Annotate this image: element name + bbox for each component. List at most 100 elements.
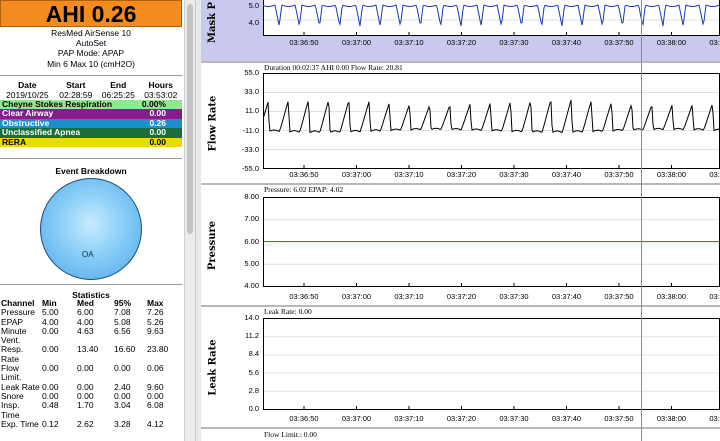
x-tick-label: 03:37:00 [341, 414, 372, 423]
x-tick-label: 03:37:40 [551, 414, 582, 423]
x-tick-label: 03:37:30 [499, 292, 529, 301]
stats-value: 4.12 [147, 418, 164, 429]
x-tick-label: 03:37:50 [604, 170, 634, 179]
x-tick-label: 03:36:50 [289, 38, 319, 47]
flow-limit-title: Flow Limit.: 0.00 [264, 430, 317, 439]
mask-pressure-plot[interactable] [263, 0, 720, 36]
x-tick-label: 03:38:00 [656, 38, 687, 47]
stats-value: 0.00 [77, 363, 94, 374]
x-tick-label: 03:37:40 [551, 292, 582, 301]
stats-value: 13.40 [77, 344, 99, 355]
stats-channel: Minute Vent. [1, 325, 27, 346]
stats-value: 4.63 [77, 325, 94, 336]
divider [0, 158, 182, 159]
x-tick-label: 03:37:30 [499, 414, 529, 423]
device-info: ResMed AirSense 10 AutoSet PAP Mode: APA… [0, 28, 182, 69]
stats-row: Flow Limit. 0.00 0.00 0.00 0.06 [0, 364, 182, 383]
pressure-plot[interactable] [263, 197, 720, 287]
y-tick-label: -11.0 [242, 125, 259, 135]
flow-rate-plot[interactable] [263, 73, 720, 169]
session-header: Hours [148, 80, 174, 90]
x-tick-label: 03:38:10 [709, 170, 720, 179]
stats-value: 3.28 [114, 418, 131, 429]
event-index-table: Cheyne Stokes Respiration 0.00% Clear Air… [0, 99, 182, 148]
scrollbar-thumb[interactable] [187, 4, 193, 234]
y-tick-label: 7.00 [244, 214, 259, 224]
x-axis: 03:36:50 03:37:00 03:37:10 03:37:20 03:37:30… [201, 38, 720, 50]
flow-limit-panel[interactable]: Flow Limit.: 0.00 [201, 429, 720, 441]
session-header: Date [18, 80, 37, 90]
y-tick: 5.0 [248, 1, 259, 10]
y-tick-label: 8.4 [248, 349, 259, 359]
stats-row: Exp. Time 0.12 2.62 3.28 4.12 [0, 418, 182, 429]
flow-rate-panel[interactable]: Flow Rate Duration 00:02:37 AHI 0.00 Flo… [201, 63, 720, 183]
x-tick-label: 03:36:50 [289, 170, 319, 179]
panel-divider [201, 427, 720, 429]
plot-frame [263, 0, 720, 36]
x-tick-label: 03:38:10 [709, 292, 720, 301]
time-cursor-line[interactable] [641, 0, 642, 441]
x-tick-label: 03:37:20 [446, 292, 477, 301]
x-tick-label: 03:36:50 [289, 292, 319, 301]
stats-value: 6.56 [114, 325, 131, 336]
stats-row: Resp. Rate 0.00 13.40 16.60 23.80 [0, 345, 182, 364]
stats-value: 1.70 [77, 400, 94, 411]
y-tick-label: 5.00 [244, 258, 259, 268]
leak-rate-panel[interactable]: Leak Rate Leak Rate: 0.00 14.0 11.2 8.4 5.6… [201, 307, 720, 427]
y-tick-label: 33.0 [244, 87, 259, 97]
stats-value: 0.06 [147, 363, 164, 374]
mask-pressure-panel[interactable]: Mask P 5.0 4.0 03:36:50 03:37:00 03:37:10 0… [201, 0, 720, 61]
graph-area: Mask P 5.0 4.0 03:36:50 03:37:00 03:37:10 0… [201, 0, 720, 441]
x-tick-label: 03:37:20 [446, 170, 477, 179]
pressure-label: Pressure [207, 220, 219, 270]
x-tick-label: 03:37:00 [341, 292, 372, 301]
stats-channel: Resp. Rate [1, 344, 24, 364]
stats-row: Insp. Time 0.48 1.70 3.04 6.08 [0, 401, 182, 420]
overview-sidebar: AHI 0.26 ResMed AirSense 10 AutoSet PAP … [0, 0, 184, 441]
y-tick-label: 14.0 [244, 313, 259, 322]
x-tick-label: 03:37:40 [551, 170, 582, 179]
y-tick-label: 11.0 [244, 106, 259, 116]
panel-divider [201, 61, 720, 63]
divider [0, 284, 182, 285]
session-header: Start [66, 80, 86, 90]
stats-value: 16.60 [114, 344, 136, 355]
x-tick-label: 03:37:50 [604, 38, 634, 47]
pie-slice-label: OA [82, 250, 94, 259]
x-tick-label: 03:37:10 [394, 292, 424, 301]
x-tick-label: 03:38:00 [656, 170, 687, 179]
stats-channel: Flow Limit. [1, 363, 22, 383]
event-row-rera[interactable]: RERA 0.00 [0, 136, 182, 148]
x-tick-label: 03:37:20 [446, 414, 477, 423]
event-label: RERA [2, 136, 27, 147]
x-tick-label: 03:37:00 [341, 38, 372, 47]
flow-rate-label: Flow Rate [207, 95, 219, 151]
x-axis: 03:36:50 03:37:00 03:37:10 03:37:20 03:37:30… [201, 170, 720, 182]
stats-value: 0.00 [42, 325, 59, 336]
stats-value: 2.62 [77, 418, 94, 429]
pap-mode: PAP Mode: APAP [57, 48, 125, 59]
x-tick-label: 03:37:30 [499, 170, 529, 179]
y-tick-label: 8.00 [244, 192, 259, 201]
stats-value: 0.00 [114, 363, 131, 374]
pressure-panel[interactable]: Pressure Pressure: 6.02 EPAP: 4.02 8.00 7… [201, 185, 720, 305]
session-header: End [110, 80, 127, 90]
device-name: ResMed AirSense 10 [51, 28, 131, 38]
leak-rate-label: Leak Rate [207, 338, 219, 396]
y-tick-label: -33.0 [241, 144, 259, 154]
event-breakdown-title: Event Breakdown [55, 166, 127, 176]
leak-rate-plot[interactable] [263, 318, 720, 410]
stats-value: 0.48 [42, 400, 59, 411]
divider [0, 75, 182, 76]
stats-channel: Exp. Time [1, 418, 39, 429]
stats-value: 0.12 [42, 418, 59, 429]
ahi-header: AHI 0.26 [0, 0, 182, 27]
y-tick-label: 0.0 [248, 404, 259, 413]
x-axis: 03:36:50 03:37:00 03:37:10 03:37:20 03:37:30… [201, 414, 720, 426]
y-tick-label: 6.00 [244, 236, 259, 246]
stats-row: Minute Vent. 0.00 4.63 6.56 9.63 [0, 325, 182, 346]
x-tick-label: 03:38:00 [656, 292, 687, 301]
x-tick-label: 03:37:10 [394, 414, 424, 423]
x-tick-label: 03:37:10 [394, 170, 424, 179]
session-table: Date Start End Hours 2019/10/25 02:28:59… [0, 80, 182, 100]
